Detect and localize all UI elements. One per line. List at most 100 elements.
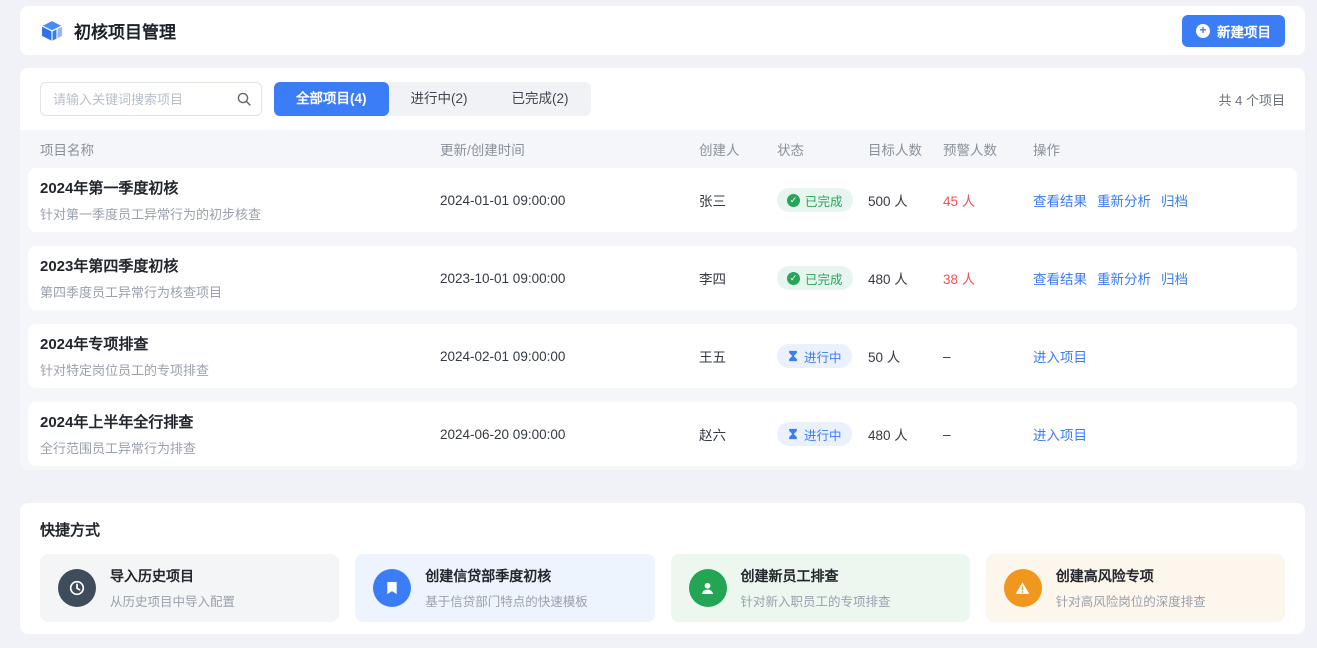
check-circle-icon <box>787 272 800 285</box>
warning-count: 45 人 <box>943 190 1033 210</box>
shortcut-create-newhire-screening[interactable]: 创建新员工排查 针对新入职员工的专项排查 <box>671 554 970 622</box>
target-count: 480 人 <box>868 424 943 444</box>
status-label: 已完成 <box>805 269 843 288</box>
target-count: 500 人 <box>868 190 943 210</box>
shortcut-title: 创建新员工排查 <box>741 566 891 586</box>
shortcuts-title: 快捷方式 <box>40 519 1285 540</box>
col-header-actions: 操作 <box>1033 139 1285 159</box>
status-label: 进行中 <box>804 347 842 366</box>
warning-triangle-icon <box>1004 569 1042 607</box>
shortcut-title: 创建信贷部季度初核 <box>425 566 588 586</box>
tab-completed[interactable]: 已完成(2) <box>490 82 591 116</box>
col-header-status: 状态 <box>777 139 868 159</box>
action-reanalyze[interactable]: 重新分析 <box>1097 190 1151 210</box>
status-cell: 进行中 <box>777 422 868 446</box>
warning-count: 38 人 <box>943 268 1033 288</box>
warning-count: – <box>943 349 1033 364</box>
page-title: 初核项目管理 <box>74 18 176 43</box>
creator: 赵六 <box>699 424 777 444</box>
status-cell: 已完成 <box>777 266 868 290</box>
update-time: 2023-10-01 09:00:00 <box>440 271 699 286</box>
project-count: 共 4 个项目 <box>1219 90 1285 109</box>
shortcut-text: 创建高风险专项 针对高风险岗位的深度排查 <box>1056 566 1206 610</box>
check-circle-icon <box>787 194 800 207</box>
status-cell: 进行中 <box>777 344 868 368</box>
actions-cell: 查看结果 重新分析 归档 <box>1033 190 1285 210</box>
shortcut-desc: 针对高风险岗位的深度排查 <box>1056 591 1206 610</box>
update-time: 2024-02-01 09:00:00 <box>440 349 699 364</box>
project-name: 2024年上半年全行排查 <box>40 411 440 432</box>
search-box <box>40 82 262 116</box>
search-icon <box>236 91 252 107</box>
shortcut-create-credit-review[interactable]: 创建信贷部季度初核 基于信贷部门特点的快速模板 <box>355 554 654 622</box>
action-archive[interactable]: 归档 <box>1161 190 1188 210</box>
tab-in-progress[interactable]: 进行中(2) <box>389 82 490 116</box>
actions-cell: 进入项目 <box>1033 346 1285 366</box>
action-reanalyze[interactable]: 重新分析 <box>1097 268 1151 288</box>
shortcut-text: 创建新员工排查 针对新入职员工的专项排查 <box>741 566 891 610</box>
shortcut-title: 导入历史项目 <box>110 566 235 586</box>
status-label: 进行中 <box>804 425 842 444</box>
update-time: 2024-06-20 09:00:00 <box>440 427 699 442</box>
project-name: 2024年第一季度初核 <box>40 177 440 198</box>
project-name-cell: 2024年上半年全行排查 全行范围员工异常行为排查 <box>40 411 440 457</box>
action-enter-project[interactable]: 进入项目 <box>1033 346 1087 366</box>
project-row: 2024年第一季度初核 针对第一季度员工异常行为的初步核查 2024-01-01… <box>28 168 1297 232</box>
table-header-row: 项目名称 更新/创建时间 创建人 状态 目标人数 预警人数 操作 <box>28 130 1297 168</box>
project-name-cell: 2024年专项排查 针对特定岗位员工的专项排查 <box>40 333 440 379</box>
project-desc: 针对特定岗位员工的专项排查 <box>40 360 440 379</box>
toolbar: 全部项目(4) 进行中(2) 已完成(2) 共 4 个项目 <box>20 68 1305 130</box>
shortcut-title: 创建高风险专项 <box>1056 566 1206 586</box>
action-view-results[interactable]: 查看结果 <box>1033 190 1087 210</box>
status-badge: 进行中 <box>777 344 852 368</box>
filter-tabs: 全部项目(4) 进行中(2) 已完成(2) <box>274 82 591 116</box>
action-view-results[interactable]: 查看结果 <box>1033 268 1087 288</box>
new-project-button-label: 新建项目 <box>1217 21 1271 41</box>
shortcut-create-highrisk-special[interactable]: 创建高风险专项 针对高风险岗位的深度排查 <box>986 554 1285 622</box>
project-row: 2024年专项排查 针对特定岗位员工的专项排查 2024-02-01 09:00… <box>28 324 1297 388</box>
creator: 王五 <box>699 346 777 366</box>
clock-icon <box>58 569 96 607</box>
shortcut-desc: 基于信贷部门特点的快速模板 <box>425 591 588 610</box>
hourglass-icon <box>787 350 799 362</box>
shortcut-text: 导入历史项目 从历史项目中导入配置 <box>110 566 235 610</box>
project-name-cell: 2024年第一季度初核 针对第一季度员工异常行为的初步核查 <box>40 177 440 223</box>
hourglass-icon <box>787 428 799 440</box>
plus-circle-icon <box>1196 24 1210 38</box>
project-table: 项目名称 更新/创建时间 创建人 状态 目标人数 预警人数 操作 2024年第一… <box>20 130 1305 470</box>
action-enter-project[interactable]: 进入项目 <box>1033 424 1087 444</box>
shortcut-desc: 针对新入职员工的专项排查 <box>741 591 891 610</box>
shortcuts-panel: 快捷方式 导入历史项目 从历史项目中导入配置 创建信贷部季度初核 <box>20 503 1305 634</box>
shortcut-desc: 从历史项目中导入配置 <box>110 591 235 610</box>
col-header-warning: 预警人数 <box>943 139 1033 159</box>
header-left: 初核项目管理 <box>40 18 176 43</box>
user-icon <box>689 569 727 607</box>
project-row: 2023年第四季度初核 第四季度员工异常行为核查项目 2023-10-01 09… <box>28 246 1297 310</box>
status-cell: 已完成 <box>777 188 868 212</box>
update-time: 2024-01-01 09:00:00 <box>440 193 699 208</box>
shortcut-text: 创建信贷部季度初核 基于信贷部门特点的快速模板 <box>425 566 588 610</box>
project-list-panel: 全部项目(4) 进行中(2) 已完成(2) 共 4 个项目 项目名称 更新/创建… <box>20 68 1305 470</box>
action-archive[interactable]: 归档 <box>1161 268 1188 288</box>
project-row: 2024年上半年全行排查 全行范围员工异常行为排查 2024-06-20 09:… <box>28 402 1297 466</box>
creator: 张三 <box>699 190 777 210</box>
col-header-name: 项目名称 <box>40 139 440 159</box>
actions-cell: 进入项目 <box>1033 424 1285 444</box>
warning-count: – <box>943 427 1033 442</box>
shortcut-import-history[interactable]: 导入历史项目 从历史项目中导入配置 <box>40 554 339 622</box>
creator: 李四 <box>699 268 777 288</box>
project-desc: 针对第一季度员工异常行为的初步核查 <box>40 204 440 223</box>
table-body: 2024年第一季度初核 针对第一季度员工异常行为的初步核查 2024-01-01… <box>28 168 1297 466</box>
project-desc: 第四季度员工异常行为核查项目 <box>40 282 440 301</box>
target-count: 50 人 <box>868 346 943 366</box>
shortcut-cards: 导入历史项目 从历史项目中导入配置 创建信贷部季度初核 基于信贷部门特点的快速模… <box>40 554 1285 622</box>
tab-all-projects[interactable]: 全部项目(4) <box>274 82 389 116</box>
status-badge: 进行中 <box>777 422 852 446</box>
project-name: 2023年第四季度初核 <box>40 255 440 276</box>
status-label: 已完成 <box>805 191 843 210</box>
actions-cell: 查看结果 重新分析 归档 <box>1033 268 1285 288</box>
new-project-button[interactable]: 新建项目 <box>1182 15 1285 47</box>
project-name-cell: 2023年第四季度初核 第四季度员工异常行为核查项目 <box>40 255 440 301</box>
col-header-time: 更新/创建时间 <box>440 139 699 159</box>
search-input[interactable] <box>40 82 262 116</box>
